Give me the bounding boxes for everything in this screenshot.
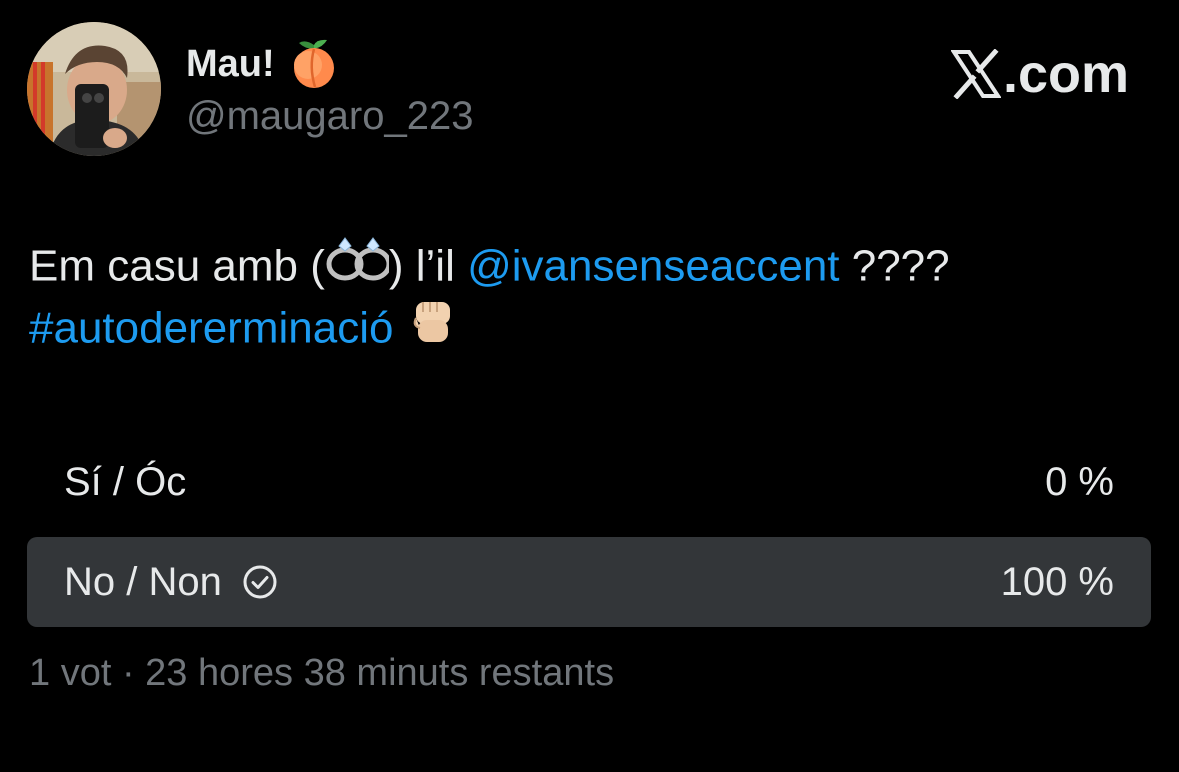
site-domain-label: .com [1002,44,1129,104]
avatar[interactable] [27,22,161,156]
tweet-line-2: #autodererminació [29,296,1159,356]
tweet-text-part1: Em casu amb ( [29,241,325,291]
tweet-text-part3: ???? [839,241,950,291]
avatar-photo [27,22,161,156]
poll-option-1-percent: 0 % [1045,459,1114,504]
tweet-line-1: Em casu amb ( ) l’il @ivansenseaccent ??… [29,236,1159,296]
check-circle-icon [243,565,277,599]
poll-option-1[interactable]: Sí / Óc 0 % [27,437,1151,527]
poll-vote-count-and-time: 1 vot · 23 hores 38 minuts restants [29,652,615,694]
author-display-name[interactable]: Mau! [186,38,341,90]
mention-link[interactable]: @ivansenseaccent [467,242,839,291]
poll-option-2-label-wrap: No / Non [64,537,278,627]
author-name-text: Mau! [186,42,275,85]
poll-option-2[interactable]: No / Non 100 % [27,537,1151,627]
tweet-text-part2: ) l’il [388,241,468,291]
hashtag-link[interactable]: #autodererminació [29,304,393,353]
poll-option-2-percent: 100 % [1000,559,1114,604]
x-com-watermark: .com [950,44,1129,104]
x-logo-icon [950,49,1001,99]
ring-emoji [325,232,392,298]
author-handle[interactable]: @maugaro_223 [186,94,473,139]
poll-option-1-label: Sí / Óc [64,459,187,504]
raised-fist-emoji [406,292,460,362]
peach-emoji [287,37,341,91]
poll-option-2-label: No / Non [64,559,222,604]
tweet-text: Em casu amb ( ) l’il @ivansenseaccent ??… [29,236,1159,356]
